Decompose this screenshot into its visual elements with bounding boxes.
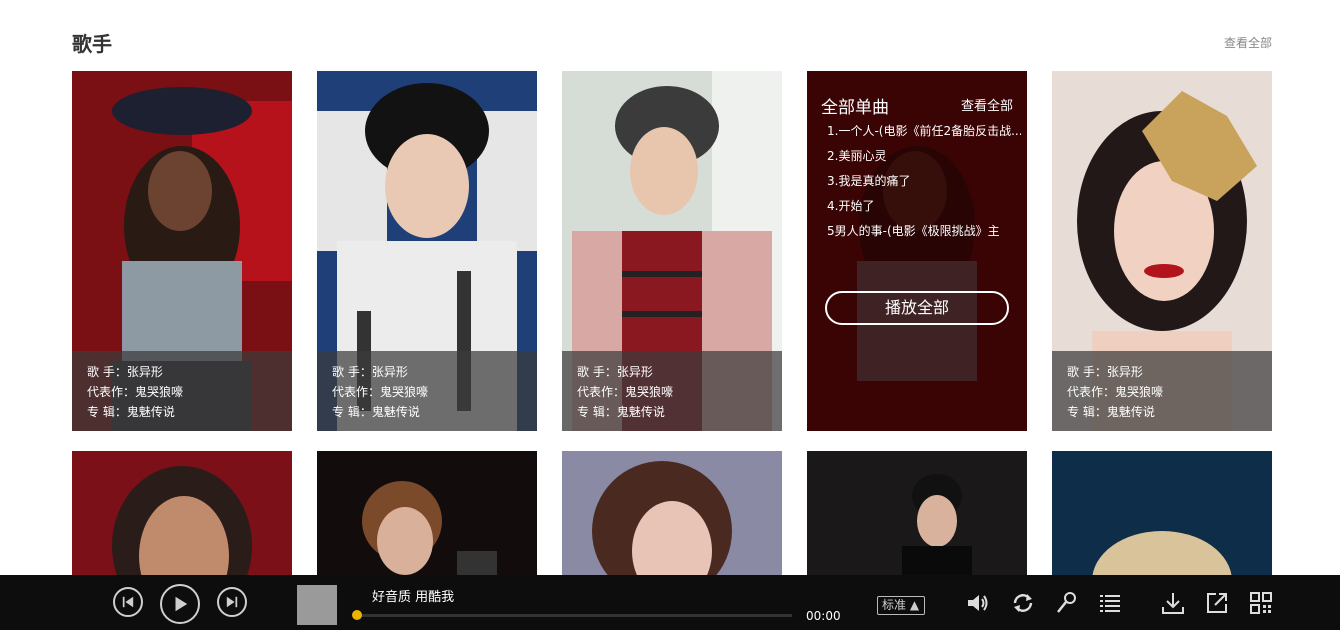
singer-card[interactable]: 歌 手：张异形 代表作：鬼哭狼嚎 专 辑：鬼魅传说 xyxy=(1052,71,1272,431)
volume-button[interactable] xyxy=(965,590,991,616)
mic-icon xyxy=(1057,592,1076,613)
section-title: 歌手 xyxy=(72,32,112,56)
song-item[interactable]: 2.美丽心灵 xyxy=(827,144,1021,169)
song-item[interactable]: 4.开始了 xyxy=(827,194,1021,219)
singer-photo xyxy=(807,451,1027,581)
chevron-up-icon: ▲ xyxy=(909,598,920,612)
singer-info: 歌 手：张异形 代表作：鬼哭狼嚎 专 辑：鬼魅传说 xyxy=(72,351,292,431)
share-button[interactable] xyxy=(1204,590,1230,616)
song-item[interactable]: 3.我是真的痛了 xyxy=(827,169,1021,194)
progress-track[interactable] xyxy=(356,614,792,617)
download-button[interactable] xyxy=(1160,590,1186,616)
song-item[interactable]: 5男人的事-(电影《极限挑战》主 xyxy=(827,219,1021,244)
song-list: 1.一个人-(电影《前任2备胎反击战... 2.美丽心灵 3.我是真的痛了 4.… xyxy=(827,119,1021,244)
quality-label: 标准 xyxy=(882,598,907,612)
singer-photo xyxy=(562,451,782,581)
singer-card[interactable]: 歌 手：张异形 代表作：鬼哭狼嚎 专 辑：鬼魅传说 xyxy=(562,71,782,431)
singer-name: 歌 手：张异形 xyxy=(1067,365,1143,379)
quality-selector[interactable]: 标准 ▲ xyxy=(877,596,925,615)
singer-album: 专 辑：鬼魅传说 xyxy=(332,405,420,419)
album-thumbnail[interactable] xyxy=(297,585,337,625)
singer-work: 代表作：鬼哭狼嚎 xyxy=(577,385,674,399)
download-icon xyxy=(1162,593,1184,614)
singer-card[interactable] xyxy=(807,451,1027,581)
prev-button[interactable] xyxy=(113,587,143,617)
play-icon xyxy=(175,596,188,612)
singer-album: 专 辑：鬼魅传说 xyxy=(87,405,175,419)
volume-icon xyxy=(968,595,988,611)
singer-card[interactable] xyxy=(1052,451,1272,581)
singer-card[interactable] xyxy=(72,451,292,581)
share-icon xyxy=(1207,593,1227,613)
singer-photo xyxy=(72,451,292,581)
progress-knob[interactable] xyxy=(352,610,362,620)
now-playing-title: 好音质 用酷我 xyxy=(372,590,455,605)
singer-info: 歌 手：张异形 代表作：鬼哭狼嚎 专 辑：鬼魅传说 xyxy=(562,351,782,431)
singer-card[interactable]: 歌 手：张异形 代表作：鬼哭狼嚎 专 辑：鬼魅传说 xyxy=(72,71,292,431)
loop-button[interactable] xyxy=(1010,590,1036,616)
overlay-view-all-link[interactable]: 查看全部 xyxy=(961,95,1013,114)
singer-name: 歌 手：张异形 xyxy=(577,365,653,379)
playlist-button[interactable] xyxy=(1097,590,1123,616)
play-all-button[interactable]: 播放全部 xyxy=(825,291,1009,325)
singer-card-hover[interactable]: 全部单曲 查看全部 1.一个人-(电影《前任2备胎反击战... 2.美丽心灵 3… xyxy=(807,71,1027,431)
song-list-overlay: 全部单曲 查看全部 1.一个人-(电影《前任2备胎反击战... 2.美丽心灵 3… xyxy=(807,71,1027,431)
elapsed-time: 00:00 xyxy=(806,609,841,623)
view-all-link[interactable]: 查看全部 xyxy=(1224,34,1272,51)
karaoke-button[interactable] xyxy=(1053,590,1079,616)
prev-icon xyxy=(122,596,134,608)
loop-icon xyxy=(1013,594,1033,612)
playlist-icon xyxy=(1100,595,1120,612)
singer-info: 歌 手：张异形 代表作：鬼哭狼嚎 专 辑：鬼魅传说 xyxy=(1052,351,1272,431)
singer-album: 专 辑：鬼魅传说 xyxy=(577,405,665,419)
song-item[interactable]: 1.一个人-(电影《前任2备胎反击战... xyxy=(827,119,1021,144)
next-button[interactable] xyxy=(217,587,247,617)
qrcode-icon xyxy=(1250,592,1272,614)
singer-work: 代表作：鬼哭狼嚎 xyxy=(87,385,184,399)
singer-work: 代表作：鬼哭狼嚎 xyxy=(1067,385,1164,399)
next-icon xyxy=(226,596,238,608)
overlay-title: 全部单曲 xyxy=(821,98,889,118)
singer-name: 歌 手：张异形 xyxy=(332,365,408,379)
singer-info: 歌 手：张异形 代表作：鬼哭狼嚎 专 辑：鬼魅传说 xyxy=(317,351,537,431)
singer-work: 代表作：鬼哭狼嚎 xyxy=(332,385,429,399)
singer-album: 专 辑：鬼魅传说 xyxy=(1067,405,1155,419)
player-bar: 好音质 用酷我 00:00 标准 ▲ xyxy=(0,575,1340,630)
qrcode-button[interactable] xyxy=(1248,590,1274,616)
singer-card[interactable] xyxy=(317,451,537,581)
play-button[interactable] xyxy=(160,584,200,624)
singer-name: 歌 手：张异形 xyxy=(87,365,163,379)
singer-card[interactable]: 歌 手：张异形 代表作：鬼哭狼嚎 专 辑：鬼魅传说 xyxy=(317,71,537,431)
singer-card[interactable] xyxy=(562,451,782,581)
overlay-header: 全部单曲 查看全部 xyxy=(821,93,1013,118)
singer-photo xyxy=(1052,451,1272,581)
singer-photo xyxy=(317,451,537,581)
section-header: 歌手 查看全部 xyxy=(72,28,1272,58)
